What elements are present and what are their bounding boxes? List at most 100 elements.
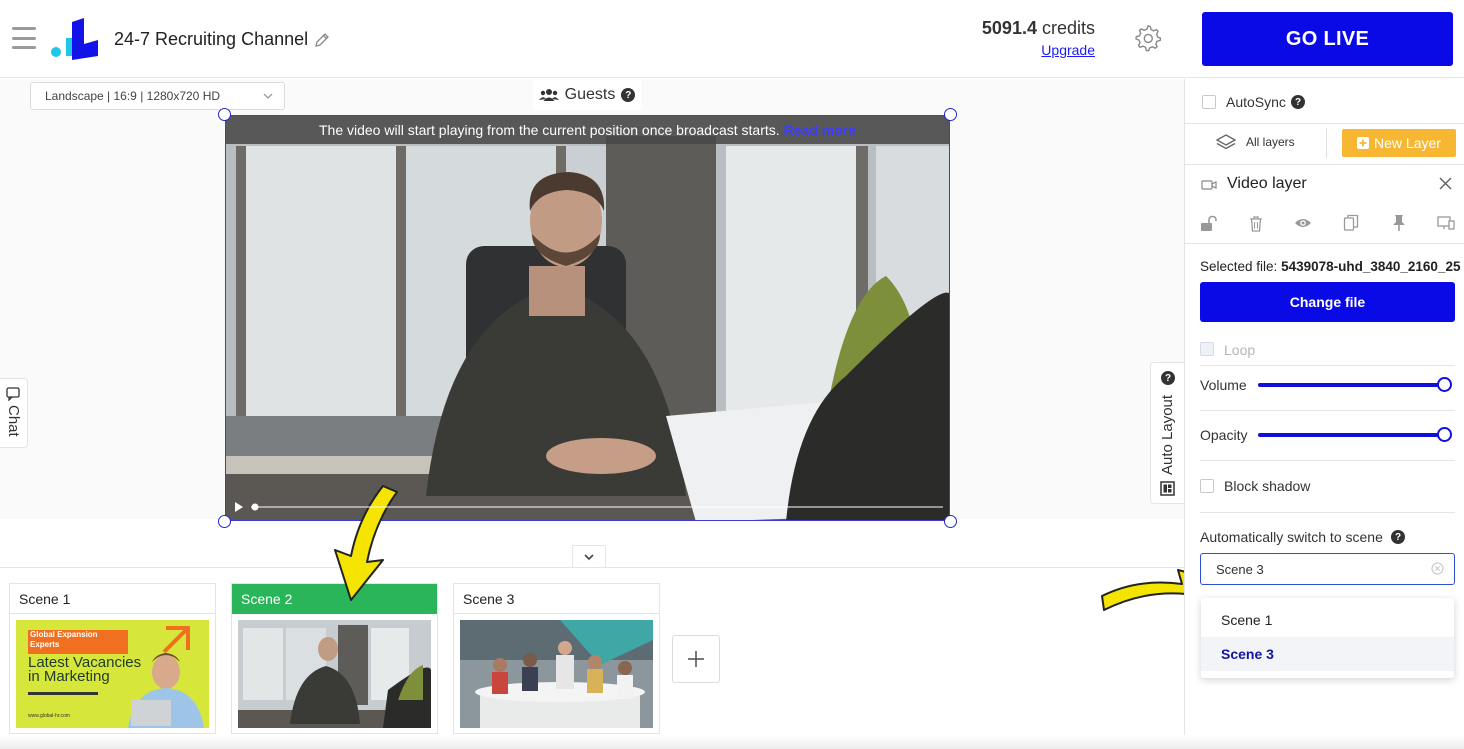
selected-file: Selected file: 5439078-uhd_3840_2160_25	[1200, 259, 1464, 274]
plus-icon	[1357, 137, 1370, 149]
auto-switch-label: Automatically switch to scene	[1200, 529, 1383, 545]
eye-icon[interactable]	[1294, 216, 1312, 230]
read-more-link[interactable]: Read more	[784, 122, 856, 138]
divider	[1185, 123, 1464, 124]
resize-handle-top-right[interactable]	[944, 108, 957, 121]
progress-track[interactable]	[251, 506, 943, 508]
block-shadow-checkbox[interactable]	[1200, 479, 1214, 493]
change-file-button[interactable]: Change file	[1200, 282, 1455, 322]
opacity-label: Opacity	[1200, 427, 1248, 443]
thumb-line-2: Experts	[30, 640, 60, 649]
block-shadow-label: Block shadow	[1224, 478, 1311, 494]
help-icon[interactable]: ?	[1291, 95, 1305, 109]
scene-card-2[interactable]: Scene 2	[231, 583, 438, 734]
divider	[0, 567, 1184, 568]
help-icon[interactable]: ?	[1161, 371, 1175, 385]
all-layers-label: All layers	[1246, 135, 1295, 149]
chat-icon	[6, 387, 20, 401]
chat-tab[interactable]: Chat	[0, 378, 28, 448]
auto-switch-scene-select[interactable]: Scene 3	[1200, 553, 1455, 585]
credits-amount: 5091.4	[981, 18, 1037, 38]
opacity-slider-knob[interactable]	[1437, 427, 1452, 442]
chevron-down-icon	[263, 93, 273, 99]
divider	[1200, 512, 1455, 513]
scene-1-thumbnail: Global Expansion Experts Latest Vacancie…	[16, 620, 209, 728]
divider	[1200, 460, 1455, 461]
gear-icon[interactable]	[1133, 22, 1163, 52]
resize-handle-bottom-right[interactable]	[944, 515, 957, 528]
upgrade-link[interactable]: Upgrade	[1041, 42, 1095, 58]
pin-icon[interactable]	[1391, 214, 1407, 232]
credits-unit: credits	[1041, 18, 1095, 38]
divider	[1200, 410, 1455, 411]
video-player-controls	[235, 502, 943, 512]
layers-icon	[1216, 134, 1236, 150]
unlock-icon[interactable]	[1200, 215, 1218, 232]
copy-icon[interactable]	[1343, 214, 1359, 232]
monitor-icon[interactable]	[1437, 215, 1455, 231]
close-icon[interactable]	[1438, 176, 1453, 191]
guests-label: Guests	[564, 86, 616, 103]
video-frame-image	[226, 116, 949, 520]
scene-3-thumbnail	[460, 620, 653, 728]
thumb-line-1: Global Expansion	[30, 630, 98, 639]
clear-icon[interactable]	[1431, 562, 1444, 575]
menu-icon[interactable]	[12, 27, 36, 49]
notice-text: The video will start playing from the cu…	[318, 122, 780, 138]
loop-label: Loop	[1224, 342, 1256, 358]
loop-checkbox[interactable]	[1200, 342, 1214, 356]
selected-file-label: Selected file:	[1200, 259, 1278, 274]
add-scene-button[interactable]	[672, 635, 720, 683]
layer-title: Video layer	[1227, 175, 1307, 192]
resolution-select[interactable]: Landscape | 16:9 | 1280x720 HD	[30, 82, 285, 110]
bottom-shadow	[0, 735, 1464, 749]
divider	[1326, 128, 1327, 158]
thumb-url: www.global-hr.com	[28, 713, 70, 719]
divider	[1200, 365, 1455, 366]
opacity-slider[interactable]	[1258, 433, 1446, 437]
video-camera-icon	[1201, 180, 1217, 190]
divider	[1185, 243, 1464, 244]
help-icon[interactable]: ?	[621, 88, 636, 102]
scene-card-label: Scene 3	[454, 584, 659, 614]
scene-card-3[interactable]: Scene 3	[453, 583, 660, 734]
trash-icon[interactable]	[1248, 215, 1264, 232]
people-icon	[538, 89, 559, 101]
thumb-heading: Latest Vacancies in Marketing	[28, 654, 142, 685]
volume-label: Volume	[1200, 377, 1247, 393]
new-layer-button[interactable]: New Layer	[1342, 129, 1456, 157]
auto-layout-icon	[1160, 481, 1175, 496]
pencil-icon[interactable]	[313, 31, 331, 49]
scene-card-1[interactable]: Scene 1 Global Expansion Experts Latest …	[9, 583, 216, 734]
dropdown-option-scene-3[interactable]: Scene 3	[1201, 637, 1454, 671]
auto-layout-tab[interactable]: ? Auto Layout	[1150, 362, 1184, 504]
all-layers-button[interactable]: All layers	[1216, 133, 1295, 151]
help-icon[interactable]: ?	[1391, 530, 1405, 544]
play-icon[interactable]	[235, 502, 243, 512]
scene-2-thumbnail	[238, 620, 431, 728]
logo	[51, 18, 98, 60]
auto-switch-value: Scene 3	[1216, 561, 1264, 577]
go-live-button[interactable]: GO LIVE	[1202, 12, 1453, 66]
credits-display: 5091.4 credits	[982, 18, 1095, 39]
chevron-down-icon	[584, 553, 594, 560]
auto-layout-label: Auto Layout	[1159, 394, 1176, 475]
autosync-checkbox[interactable]	[1202, 95, 1216, 109]
collapse-scenes-button[interactable]	[572, 545, 606, 567]
chat-label: Chat	[5, 405, 22, 437]
resize-handle-bottom-left[interactable]	[218, 515, 231, 528]
progress-knob[interactable]	[251, 503, 259, 511]
dropdown-option-scene-1[interactable]: Scene 1	[1201, 603, 1454, 637]
volume-slider[interactable]	[1258, 383, 1446, 387]
scene-dropdown-menu: Scene 1 Scene 3	[1201, 598, 1454, 678]
resize-handle-top-left[interactable]	[218, 108, 231, 121]
guests-tab[interactable]: Guests ?	[533, 80, 641, 110]
autosync-label: AutoSync	[1226, 94, 1286, 110]
divider	[1185, 164, 1464, 165]
video-layer-preview[interactable]: The video will start playing from the cu…	[225, 115, 950, 521]
channel-title: 24-7 Recruiting Channel	[114, 29, 309, 49]
new-layer-label: New Layer	[1374, 135, 1441, 151]
selected-file-name: 5439078-uhd_3840_2160_25	[1281, 259, 1461, 274]
volume-slider-knob[interactable]	[1437, 377, 1452, 392]
broadcast-notice: The video will start playing from the cu…	[226, 116, 949, 144]
